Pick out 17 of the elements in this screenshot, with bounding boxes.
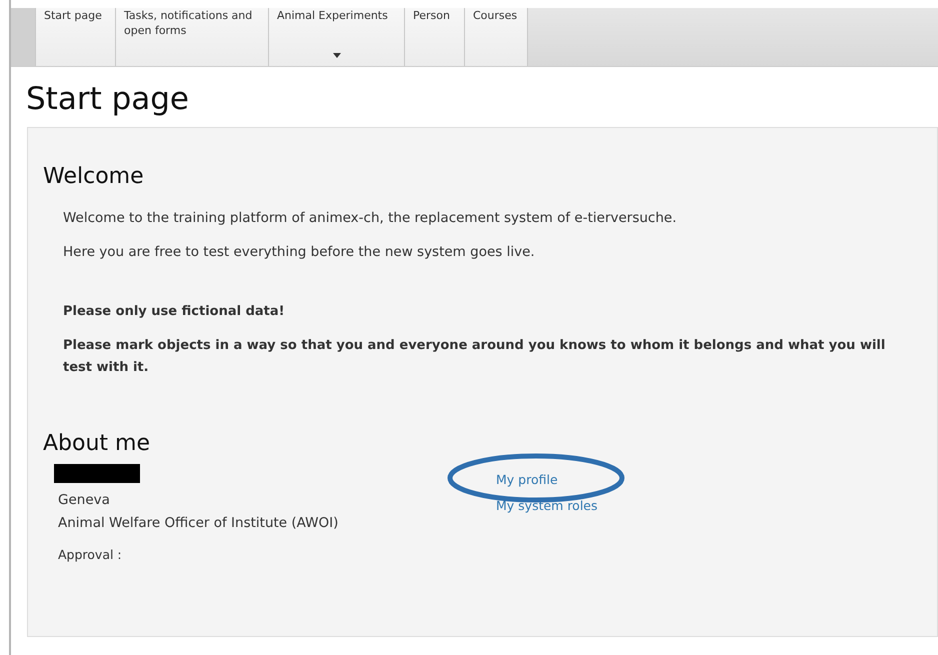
nav-tab[interactable]: Person [404,8,464,66]
section-heading: Welcome [43,164,145,189]
paragraph: Please mark objects in a way so that you and everyone around you knows to whom it belongs and what you will test with it. [63,337,886,377]
city-text: Geneva [58,491,111,510]
page-title: Start page [26,81,190,117]
approval-label: Approval : [58,546,123,564]
nav-tab[interactable]: Tasks, notifications and open forms [115,8,268,66]
profile-link[interactable]: My system roles [496,495,598,517]
section-heading: About me [43,431,152,456]
paragraph: Welcome to the training platform of animex-ch, the replacement system of e-tierversuche. [63,209,678,228]
nav-tab[interactable]: Start page [35,8,115,66]
paragraph: Please only use fictional data! [63,303,286,321]
role-text: Animal Welfare Officer of Institute (AWOI) [58,514,340,533]
nav-tab[interactable]: Animal Experiments [268,8,404,66]
paragraph: Here you are free to test everything before the new system goes live. [63,243,536,262]
caret-icon [332,53,340,58]
nav-tab[interactable]: Courses [464,8,528,66]
